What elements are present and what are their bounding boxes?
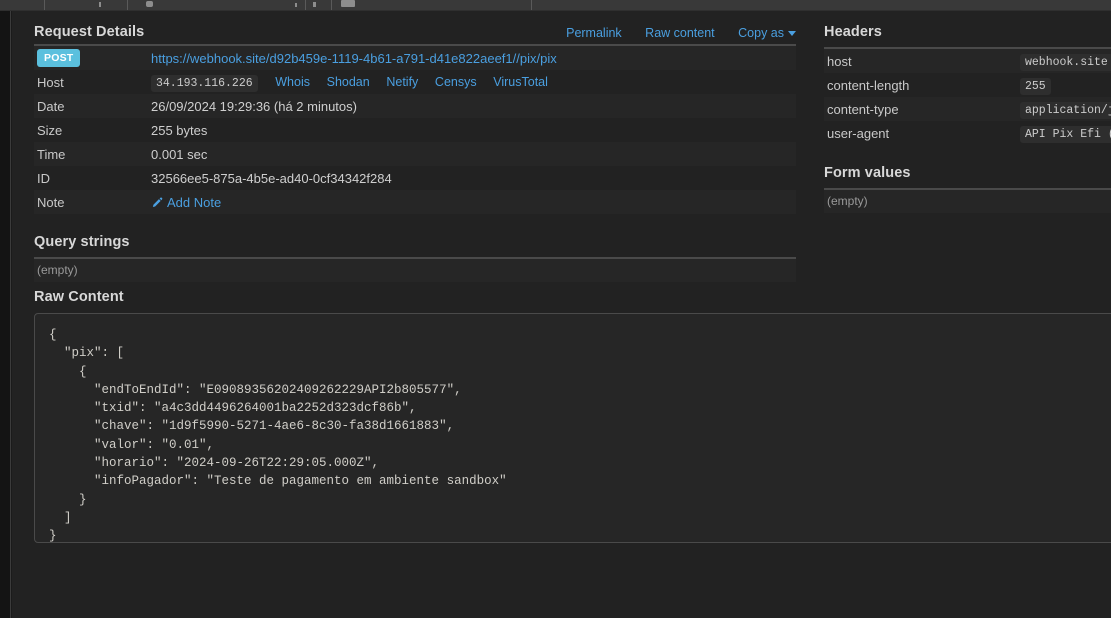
row-value-host: 34.193.116.226 Whois Shodan Netify Censy… — [151, 70, 796, 94]
copy-as-dropdown[interactable]: Copy as — [738, 26, 796, 40]
row-value-note: Add Note — [151, 190, 796, 214]
row-label-size: Size — [37, 122, 63, 138]
browser-toolbar-strip — [0, 0, 1111, 11]
row-label-host: Host — [37, 74, 64, 90]
header-value-chip: API Pix Efi (h — [1020, 126, 1111, 143]
table-row: content-type application/js — [824, 97, 1111, 121]
copy-as-label: Copy as — [738, 26, 784, 40]
header-key-content-type: content-type — [827, 101, 899, 117]
censys-link[interactable]: Censys — [435, 75, 477, 89]
table-row: Size 255 bytes — [34, 118, 796, 142]
raw-content-section: Raw Content { "pix": [ { "endToEndId": "… — [34, 289, 1111, 543]
row-label-date: Date — [37, 98, 65, 114]
table-row-method: POST https://webhook.site/d92b459e-1119-… — [34, 46, 796, 70]
netify-link[interactable]: Netify — [386, 75, 418, 89]
query-strings-title: Query strings — [34, 234, 130, 250]
request-actions: Permalink Raw content Copy as — [546, 26, 796, 40]
header-value-chip: 255 — [1020, 78, 1051, 95]
toolbar-partial-icon — [99, 2, 101, 7]
whois-link[interactable]: Whois — [275, 75, 310, 89]
method-cell: POST — [34, 46, 151, 70]
row-value-time: 0.001 sec — [151, 146, 208, 162]
raw-content-body[interactable]: { "pix": [ { "endToEndId": "E09089356202… — [34, 313, 1111, 543]
request-details-header: Request Details Permalink Raw content Co… — [34, 24, 796, 44]
page-body: Request Details Permalink Raw content Co… — [0, 11, 1111, 618]
pencil-icon — [151, 197, 163, 209]
main-content-panel: Request Details Permalink Raw content Co… — [12, 11, 1111, 618]
permalink-link[interactable]: Permalink — [566, 26, 622, 40]
header-value-content-length: 255 — [1017, 73, 1111, 97]
host-lookup-links: Whois Shodan Netify Censys VirusTotal — [261, 74, 548, 89]
form-values-empty: (empty) — [824, 190, 1111, 213]
table-row: content-length 255 — [824, 73, 1111, 97]
left-gutter — [0, 11, 11, 618]
table-row: host webhook.site — [824, 49, 1111, 73]
table-row: Note Add Note — [34, 190, 796, 214]
row-value-id: 32566ee5-875a-4b5e-ad40-0cf34342f284 — [151, 170, 392, 186]
header-value-host: webhook.site — [1017, 49, 1111, 73]
add-note-label: Add Note — [167, 194, 222, 210]
toolbar-partial-icon — [341, 0, 355, 7]
form-values-title: Form values — [824, 165, 911, 181]
header-value-chip: webhook.site — [1020, 54, 1111, 71]
add-note-button[interactable]: Add Note — [151, 195, 221, 210]
status-badge: POST — [37, 48, 81, 68]
row-label-time: Time — [37, 146, 66, 162]
query-strings-section: Query strings (empty) — [34, 234, 796, 282]
virustotal-link[interactable]: VirusTotal — [493, 75, 548, 89]
row-label-note: Note — [37, 194, 65, 210]
header-key-content-length: content-length — [827, 77, 910, 93]
headers-table: host webhook.site content-length 255 con… — [824, 49, 1111, 145]
request-details-column: Request Details Permalink Raw content Co… — [34, 24, 796, 282]
table-row: Date 26/09/2024 19:29:36 (há 2 minutos) — [34, 94, 796, 118]
toolbar-partial-icon — [146, 1, 153, 7]
header-value-chip: application/js — [1020, 102, 1111, 119]
query-strings-empty: (empty) — [34, 259, 796, 282]
header-key-host: host — [827, 53, 852, 69]
table-row: Time 0.001 sec — [34, 142, 796, 166]
header-value-user-agent: API Pix Efi (h — [1017, 121, 1111, 145]
toolbar-partial-icon — [295, 3, 297, 7]
headers-column: Headers host webhook.site content-length… — [824, 24, 1111, 213]
table-row: ID 32566ee5-875a-4b5e-ad40-0cf34342f284 — [34, 166, 796, 190]
row-value-size: 255 bytes — [151, 122, 208, 138]
host-ip-value: 34.193.116.226 — [151, 75, 258, 92]
header-value-content-type: application/js — [1017, 97, 1111, 121]
chevron-down-icon — [788, 31, 796, 36]
raw-content-title: Raw Content — [34, 289, 124, 305]
request-details-table: POST https://webhook.site/d92b459e-1119-… — [34, 46, 796, 214]
url-cell: https://webhook.site/d92b459e-1119-4b61-… — [151, 46, 796, 70]
row-value-date: 26/09/2024 19:29:36 (há 2 minutos) — [151, 98, 357, 114]
header-key-user-agent: user-agent — [827, 125, 890, 141]
raw-content-link[interactable]: Raw content — [645, 26, 714, 40]
table-row: Host 34.193.116.226 Whois Shodan Netify … — [34, 70, 796, 94]
page-title: Request Details — [34, 24, 145, 40]
table-row: user-agent API Pix Efi (h — [824, 121, 1111, 145]
row-label-id: ID — [37, 170, 50, 186]
toolbar-partial-icon — [313, 2, 316, 7]
request-url-link[interactable]: https://webhook.site/d92b459e-1119-4b61-… — [151, 51, 557, 66]
form-values-section: Form values (empty) — [824, 165, 1111, 213]
headers-title: Headers — [824, 24, 882, 40]
shodan-link[interactable]: Shodan — [327, 75, 370, 89]
